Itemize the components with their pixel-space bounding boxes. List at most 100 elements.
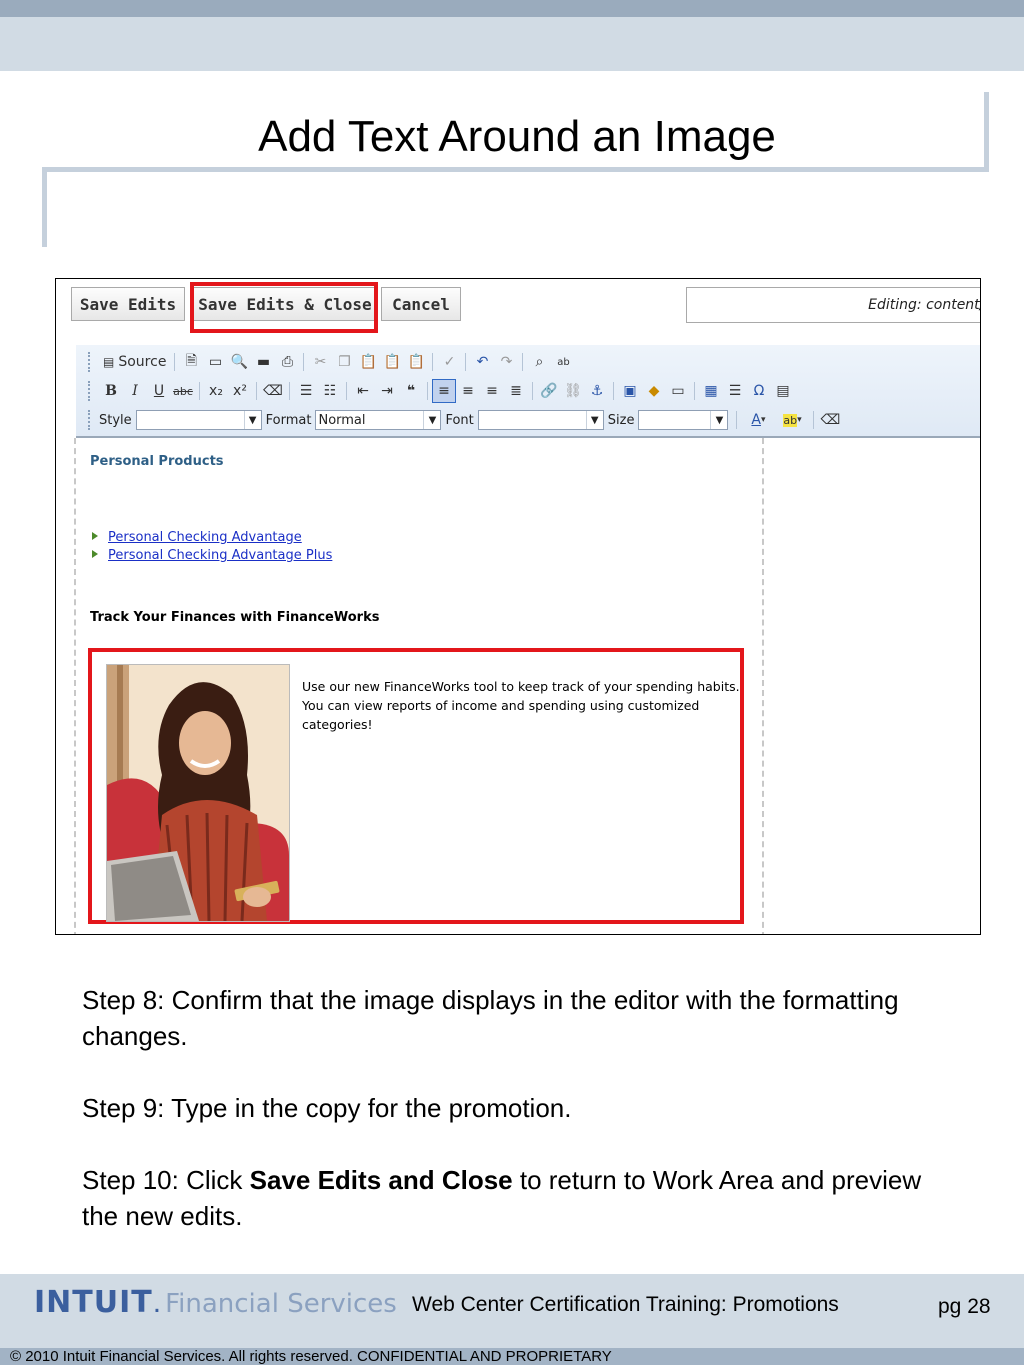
format-label: Format <box>265 412 312 428</box>
font-select[interactable]: ▼ <box>477 410 604 430</box>
textfield-icon[interactable]: ▭ <box>666 379 690 403</box>
track-finances-heading: Track Your Finances with FinanceWorks <box>90 610 380 625</box>
toolbar-separator <box>427 382 428 400</box>
bulleted-list-icon[interactable]: ☷ <box>318 379 342 403</box>
link-list-item: Personal Checking Advantage Plus <box>108 544 332 563</box>
step-8: Step 8: Confirm that the image displays … <box>82 985 899 1051</box>
toolbar-grip <box>88 352 93 372</box>
personal-checking-plus-link[interactable]: Personal Checking Advantage Plus <box>108 548 332 563</box>
promo-photo[interactable] <box>106 664 290 922</box>
text-color-icon[interactable]: A ▾ <box>741 408 775 432</box>
table-icon[interactable]: ▦ <box>699 379 723 403</box>
remove-format-icon[interactable]: ⌫ <box>261 379 285 403</box>
copyright-notice: © 2010 Intuit Financial Services. All ri… <box>10 1348 612 1365</box>
paste-word-icon[interactable]: 📋 <box>404 350 428 374</box>
replace-icon[interactable]: ab <box>551 350 575 374</box>
link-icon[interactable]: 🔗 <box>537 379 561 403</box>
size-label: Size <box>607 412 635 428</box>
bullet-arrow-icon <box>92 550 98 558</box>
toolbar-separator <box>346 382 347 400</box>
background-color-icon[interactable]: ab ▾ <box>775 408 809 432</box>
save-edits-button[interactable]: Save Edits <box>71 287 185 321</box>
toolbar-separator <box>199 382 200 400</box>
superscript-icon[interactable]: x² <box>228 379 252 403</box>
preview-icon[interactable]: ▭ <box>203 350 227 374</box>
align-left-icon[interactable]: ≡ <box>432 379 456 403</box>
style-select[interactable]: ▼ <box>135 410 262 430</box>
size-select[interactable]: ▼ <box>638 410 729 430</box>
unlink-icon[interactable]: ⛓ <box>561 379 585 403</box>
step-9: Step 9: Type in the copy for the promoti… <box>82 1093 572 1123</box>
strikethrough-icon[interactable]: abc <box>171 379 195 403</box>
paste-icon[interactable]: 📋 <box>356 350 380 374</box>
style-label: Style <box>99 412 132 428</box>
toolbar-separator <box>694 382 695 400</box>
format-select[interactable]: Normal ▼ <box>315 410 442 430</box>
find-icon[interactable]: ⌕ <box>527 350 551 374</box>
bullet-arrow-icon <box>92 532 98 540</box>
toolbar-row-3: Style ▼ Format Normal ▼ Font ▼ Size ▼ A ▾ … <box>88 407 842 433</box>
paste-text-icon[interactable]: 📋 <box>380 350 404 374</box>
chevron-down-icon: ▼ <box>710 411 727 429</box>
numbered-list-icon[interactable]: ☰ <box>294 379 318 403</box>
promo-copy[interactable]: Use our new FinanceWorks tool to keep tr… <box>302 677 742 734</box>
toolbar-row-1: ▤ Source 🗎 ▭ 🔍 ▬ ⎙ ✂ ❐ 📋 📋 📋 ✓ ↶ ↷ ⌕ ab <box>88 349 575 375</box>
form-icon[interactable]: ▬ <box>251 350 275 374</box>
bold-icon[interactable]: B <box>99 379 123 403</box>
find-page-icon[interactable]: 🔍 <box>227 350 251 374</box>
link-list-item: Personal Checking Advantage <box>108 526 302 545</box>
source-button[interactable]: ▤ Source <box>99 350 170 374</box>
personal-checking-link[interactable]: Personal Checking Advantage <box>108 530 302 545</box>
toolbar-separator <box>256 382 257 400</box>
toolbar-separator <box>289 382 290 400</box>
redo-icon[interactable]: ↷ <box>494 350 518 374</box>
step-10-prefix: Step 10: Click <box>82 1165 250 1195</box>
toolbar-grip <box>88 410 93 430</box>
format-value: Normal <box>318 412 366 428</box>
cut-icon[interactable]: ✂ <box>308 350 332 374</box>
font-label: Font <box>445 412 474 428</box>
italic-icon[interactable]: I <box>123 379 147 403</box>
chevron-down-icon: ▼ <box>243 411 261 429</box>
special-char-icon[interactable]: Ω <box>747 379 771 403</box>
editing-path-box: Editing: content/e <box>686 287 980 323</box>
toolbar-separator <box>813 411 815 429</box>
indent-icon[interactable]: ⇥ <box>375 379 399 403</box>
title-frame-rule <box>42 167 989 172</box>
image-icon[interactable]: ▣ <box>618 379 642 403</box>
cancel-button[interactable]: Cancel <box>381 287 461 321</box>
flash-icon[interactable]: ◆ <box>642 379 666 403</box>
toolbar-grip <box>88 381 93 401</box>
slide-title: Add Text Around an Image <box>258 112 776 161</box>
step-10-action: Save Edits and Close <box>249 1165 513 1195</box>
toolbar-separator <box>532 382 533 400</box>
logo-dot: . <box>152 1286 162 1319</box>
outdent-icon[interactable]: ⇤ <box>351 379 375 403</box>
logo-subtitle: Financial Services <box>165 1289 397 1319</box>
new-page-icon[interactable]: 🗎 <box>179 350 203 374</box>
step-10: Step 10: Click Save Edits and Close to r… <box>82 1162 942 1234</box>
editor-screenshot: Save Edits Save Edits & Close Cancel Edi… <box>55 278 981 935</box>
toolbar-separator <box>613 382 614 400</box>
highlight-save-close <box>190 282 378 333</box>
page-number: pg 28 <box>938 1295 991 1318</box>
blockquote-icon[interactable]: ❝ <box>399 379 423 403</box>
subscript-icon[interactable]: x₂ <box>204 379 228 403</box>
undo-icon[interactable]: ↶ <box>470 350 494 374</box>
underline-icon[interactable]: U <box>147 379 171 403</box>
page-break-icon[interactable]: ▤ <box>771 379 795 403</box>
woman-with-laptop-image <box>107 665 289 921</box>
chevron-down-icon: ▼ <box>585 411 603 429</box>
eraser-icon[interactable]: ⌫ <box>818 408 842 432</box>
align-right-icon[interactable]: ≡ <box>480 379 504 403</box>
align-center-icon[interactable]: ≡ <box>456 379 480 403</box>
horizontal-rule-icon[interactable]: ☰ <box>723 379 747 403</box>
toolbar-separator <box>465 353 467 371</box>
toolbar-separator <box>303 353 305 371</box>
anchor-icon[interactable]: ⚓ <box>585 379 609 403</box>
copy-icon[interactable]: ❐ <box>332 350 356 374</box>
justify-icon[interactable]: ≣ <box>504 379 528 403</box>
spellcheck-icon[interactable]: ✓ <box>437 350 461 374</box>
intuit-logo: INTUIT. Financial Services <box>34 1285 397 1325</box>
print-icon[interactable]: ⎙ <box>275 350 299 374</box>
